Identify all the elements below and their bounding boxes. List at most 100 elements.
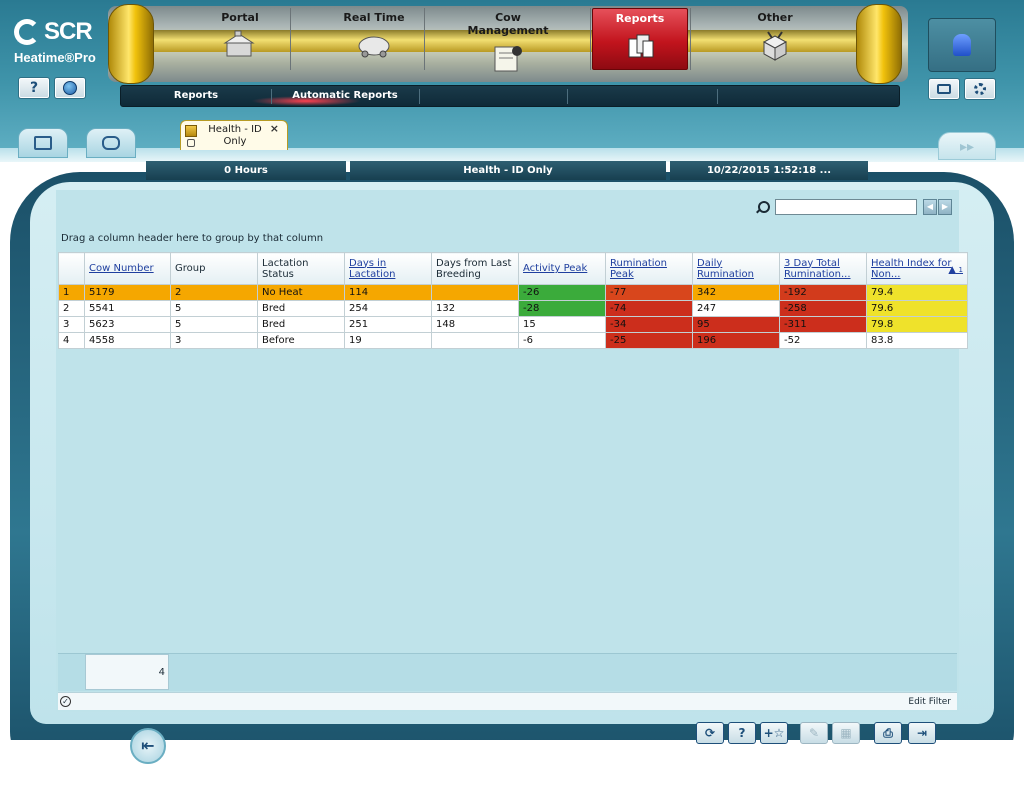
health-index-cell: 79.4 (866, 284, 968, 301)
print-button[interactable]: ⎙ (874, 722, 902, 744)
edit-button[interactable]: ✎ (800, 722, 828, 744)
activity-peak-cell: -28 (518, 300, 606, 317)
group-by-hint: Drag a column header here to group by th… (61, 233, 324, 244)
tree-view-button[interactable] (18, 128, 68, 158)
alarm-panel[interactable] (928, 18, 996, 72)
nav-separator (424, 8, 425, 70)
report-grid: Cow Number Group Lactation Status Days i… (58, 252, 968, 349)
fast-forward-icon: ▸▸ (959, 139, 975, 155)
table-row[interactable]: 2 5541 5 Bred 254 132 -28 -74 247 -258 7… (58, 300, 968, 317)
3-day-total-rumination-cell: -52 (779, 332, 867, 349)
row-number-cell: 3 (58, 316, 85, 333)
sort-ascending-icon[interactable]: ▲ 1 (949, 265, 963, 276)
activity-peak-cell: 15 (518, 316, 606, 333)
nav-separator (690, 8, 691, 70)
search-input[interactable] (775, 199, 917, 215)
hand-tool-button[interactable] (86, 128, 136, 158)
fast-forward-button[interactable]: ▸▸ (938, 132, 996, 160)
activity-peak-cell: -26 (518, 284, 606, 301)
column-header-daily-rumination[interactable]: Daily Rumination (692, 252, 780, 285)
gear-icon (974, 83, 986, 95)
report-grid-icon (185, 125, 197, 137)
subtab-automatic-reports[interactable]: Automatic Reports (281, 90, 409, 101)
cow-number-cell: 4558 (84, 332, 171, 349)
monitor-button[interactable] (928, 78, 960, 100)
settings-button[interactable] (964, 78, 996, 100)
subnav-separator (419, 89, 420, 104)
report-datetime: 10/22/2015 1:52:18 ... (670, 161, 868, 180)
subtab-reports[interactable]: Reports (151, 90, 241, 101)
table-row[interactable]: 1 5179 2 No Heat 114 -26 -77 342 -192 79… (58, 284, 968, 301)
group-cell: 3 (170, 332, 258, 349)
nav-tab-label: Other (757, 11, 793, 24)
grid-header-row: Cow Number Group Lactation Status Days i… (58, 252, 968, 285)
close-icon[interactable]: × (270, 122, 279, 135)
nav-left-cap (108, 4, 154, 84)
nav-tab-other[interactable]: Other (727, 8, 823, 70)
nav-tab-real-time[interactable]: Real Time (326, 8, 422, 70)
column-header-group[interactable]: Group (170, 252, 258, 285)
column-header-3-day-total-rumination[interactable]: 3 Day Total Rumination... (779, 252, 867, 285)
nav-tab-reports[interactable]: Reports (592, 8, 688, 70)
add-favorite-button[interactable]: +☆ (760, 722, 788, 744)
refresh-button[interactable]: ⟳ (696, 722, 724, 744)
column-header-days-from-last-breeding[interactable]: Days from Last Breeding (431, 252, 519, 285)
report-tab[interactable]: Health - ID Only × (180, 120, 288, 150)
export-button[interactable]: ⇥ (908, 722, 936, 744)
nav-tab-cow-management[interactable]: Cow Management (458, 8, 558, 72)
column-header-health-index[interactable]: Health Index for Non... ▲ 1 (866, 252, 968, 285)
filter-check-icon[interactable]: ✓ (60, 696, 71, 707)
rumination-peak-cell: -25 (605, 332, 693, 349)
days-in-lactation-cell: 114 (344, 284, 432, 301)
subnav-separator (567, 89, 568, 104)
calendar-button[interactable]: ▦ (832, 722, 860, 744)
exit-icon: ⇤ (141, 736, 155, 755)
language-button[interactable] (54, 77, 86, 99)
column-header-cow-number[interactable]: Cow Number (84, 252, 171, 285)
health-index-cell: 83.8 (866, 332, 968, 349)
exit-button[interactable]: ⇤ (130, 728, 166, 764)
row-count: 4 (85, 654, 169, 690)
nav-tab-label: Reports (615, 12, 665, 25)
column-header-rumination-peak[interactable]: Rumination Peak (605, 252, 693, 285)
search-prev-button[interactable]: ◀ (923, 199, 937, 215)
daily-rumination-cell: 247 (692, 300, 780, 317)
calendar-icon: ▦ (840, 726, 852, 740)
filter-status-bar: ✓ Edit Filter (58, 692, 957, 710)
cow-number-cell: 5541 (84, 300, 171, 317)
days-from-last-breeding-cell (431, 332, 519, 349)
tab-row-background (0, 148, 1024, 162)
globe-icon (63, 81, 77, 95)
hand-icon (102, 136, 120, 150)
health-index-cell: 79.8 (866, 316, 968, 333)
column-header-days-in-lactation[interactable]: Days in Lactation (344, 252, 432, 285)
lactation-status-cell: Before (257, 332, 345, 349)
days-from-last-breeding-cell (431, 284, 519, 301)
other-icon (762, 31, 788, 61)
nav-tab-label: Portal (221, 11, 259, 24)
search-bar: ◀ ▶ (756, 199, 952, 215)
column-header-lactation-status[interactable]: Lactation Status (257, 252, 345, 285)
group-cell: 5 (170, 316, 258, 333)
table-row[interactable]: 4 4558 3 Before 19 -6 -25 196 -52 83.8 (58, 332, 968, 349)
grid-summary-area (58, 653, 957, 691)
row-number-cell: 2 (58, 300, 85, 317)
help-button[interactable]: ? (728, 722, 756, 744)
cow-management-icon (494, 46, 522, 72)
hours-indicator: 0 Hours (146, 161, 346, 180)
report-name: Health - ID Only (350, 161, 666, 180)
help-top-button[interactable]: ? (18, 77, 50, 99)
nav-tab-portal[interactable]: Portal (192, 8, 288, 70)
search-next-button[interactable]: ▶ (938, 199, 952, 215)
subnav-separator (271, 89, 272, 104)
nav-separator (290, 8, 291, 70)
group-cell: 5 (170, 300, 258, 317)
3-day-total-rumination-cell: -311 (779, 316, 867, 333)
days-in-lactation-cell: 251 (344, 316, 432, 333)
table-row[interactable]: 3 5623 5 Bred 251 148 15 -34 95 -311 79.… (58, 316, 968, 333)
days-in-lactation-cell: 19 (344, 332, 432, 349)
search-icon (756, 200, 770, 214)
column-header-activity-peak[interactable]: Activity Peak (518, 252, 606, 285)
edit-filter-link[interactable]: Edit Filter (908, 697, 951, 707)
subnav-separator (717, 89, 718, 104)
